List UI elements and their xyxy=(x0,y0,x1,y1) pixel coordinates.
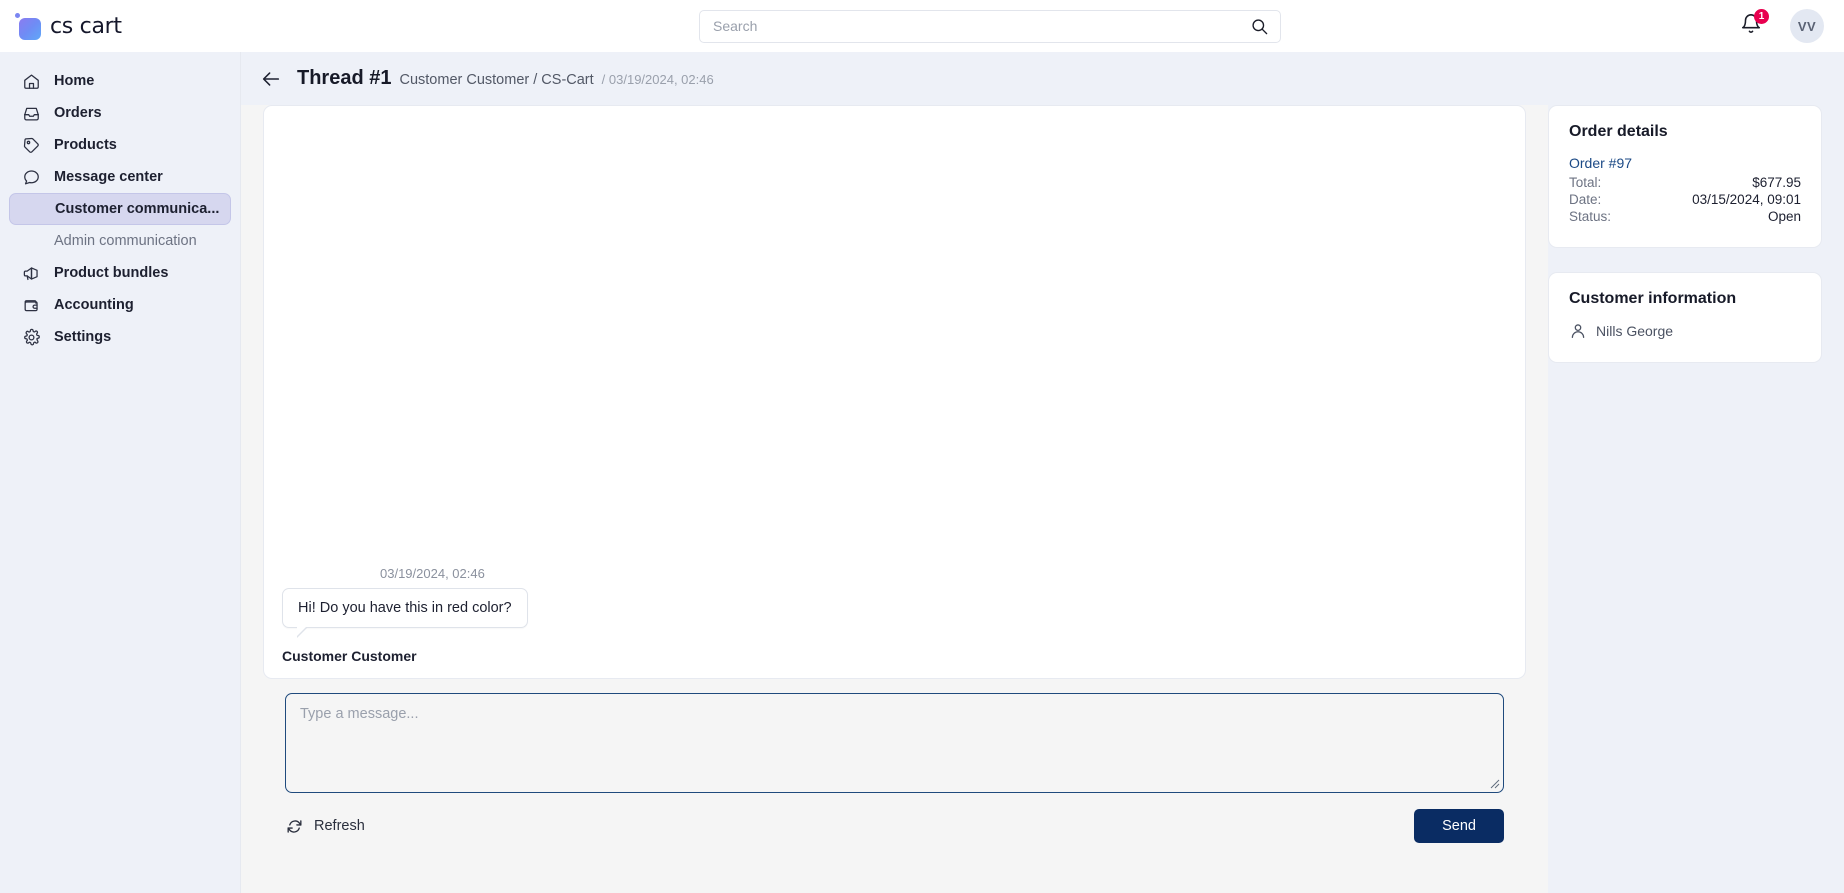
sidebar-item-label: Product bundles xyxy=(54,265,168,281)
sidebar-item-label: Orders xyxy=(54,105,102,121)
composer xyxy=(263,679,1526,793)
sidebar-item-settings[interactable]: Settings xyxy=(9,321,231,353)
chat-column: 03/19/2024, 02:46 Hi! Do you have this i… xyxy=(241,105,1548,893)
arrow-left-icon xyxy=(260,68,282,90)
chat-icon xyxy=(22,168,41,187)
sidebar-item-admin-communication[interactable]: Admin communication xyxy=(9,225,231,257)
sidebar-item-label: Home xyxy=(54,73,94,89)
order-link[interactable]: Order #97 xyxy=(1569,155,1801,171)
sidebar-item-label: Message center xyxy=(54,169,163,185)
page-date: / 03/19/2024, 02:46 xyxy=(602,72,714,87)
gear-icon xyxy=(22,328,41,347)
sidebar-item-label: Customer communica... xyxy=(55,201,219,217)
order-date-label: Date: xyxy=(1569,192,1601,207)
sidebar: Home Orders Products Message center xyxy=(0,52,240,893)
notifications-button[interactable]: 1 xyxy=(1740,13,1764,39)
content-column: Thread #1 Customer Customer / CS-Cart / … xyxy=(240,52,1844,893)
sidebar-item-home[interactable]: Home xyxy=(9,65,231,97)
refresh-button[interactable]: Refresh xyxy=(285,817,365,836)
inbox-icon xyxy=(22,104,41,123)
brand-logo[interactable]: cs cart xyxy=(0,13,240,39)
order-date-value: 03/15/2024, 09:01 xyxy=(1692,192,1801,207)
brand-name: cs cart xyxy=(50,14,122,39)
refresh-icon xyxy=(285,817,304,836)
composer-actions: Refresh Send xyxy=(263,793,1526,843)
notification-badge: 1 xyxy=(1754,9,1769,24)
send-button[interactable]: Send xyxy=(1414,809,1504,843)
search-input[interactable] xyxy=(713,18,1250,34)
tag-icon xyxy=(22,136,41,155)
message-timestamp: 03/19/2024, 02:46 xyxy=(380,566,1507,581)
order-total-value: $677.95 xyxy=(1752,175,1801,190)
search-icon[interactable] xyxy=(1250,17,1269,36)
megaphone-icon xyxy=(22,264,41,283)
sidebar-item-label: Accounting xyxy=(54,297,134,313)
order-details-title: Order details xyxy=(1569,123,1801,141)
search-box[interactable] xyxy=(699,10,1281,43)
sidebar-item-products[interactable]: Products xyxy=(9,129,231,161)
sidebar-item-accounting[interactable]: Accounting xyxy=(9,289,231,321)
page-header: Thread #1 Customer Customer / CS-Cart / … xyxy=(241,52,1844,105)
search-area xyxy=(240,10,1740,43)
top-bar: cs cart 1 VV xyxy=(0,0,1844,52)
back-button[interactable] xyxy=(259,67,283,91)
order-status-label: Status: xyxy=(1569,209,1611,224)
order-total-label: Total: xyxy=(1569,175,1601,190)
customer-information-title: Customer information xyxy=(1569,290,1801,308)
right-rail: Order details Order #97 Total: $677.95 D… xyxy=(1548,105,1844,893)
customer-row: Nills George xyxy=(1569,322,1801,340)
page-title: Thread #1 xyxy=(297,67,391,90)
message-bubble: Hi! Do you have this in red color? xyxy=(282,588,528,628)
sidebar-item-label: Admin communication xyxy=(54,233,197,249)
message-author: Customer Customer xyxy=(282,648,1507,664)
customer-name: Nills George xyxy=(1596,323,1673,339)
message-input[interactable] xyxy=(285,693,1504,793)
sidebar-item-label: Settings xyxy=(54,329,111,345)
wallet-icon xyxy=(22,296,41,315)
sidebar-item-orders[interactable]: Orders xyxy=(9,97,231,129)
work-area: 03/19/2024, 02:46 Hi! Do you have this i… xyxy=(241,105,1844,893)
order-total-row: Total: $677.95 xyxy=(1569,174,1801,191)
order-status-value: Open xyxy=(1768,209,1801,224)
chat-panel: 03/19/2024, 02:46 Hi! Do you have this i… xyxy=(263,105,1526,679)
home-icon xyxy=(22,72,41,91)
user-icon xyxy=(1569,322,1587,340)
avatar[interactable]: VV xyxy=(1790,9,1824,43)
customer-information-card: Customer information Nills George xyxy=(1548,272,1822,363)
cs-cart-logo-icon xyxy=(15,13,41,39)
order-details-card: Order details Order #97 Total: $677.95 D… xyxy=(1548,105,1822,248)
sidebar-item-product-bundles[interactable]: Product bundles xyxy=(9,257,231,289)
refresh-label: Refresh xyxy=(314,818,365,834)
sidebar-item-label: Products xyxy=(54,137,117,153)
breadcrumb: Thread #1 Customer Customer / CS-Cart / … xyxy=(297,67,714,90)
message-list: 03/19/2024, 02:46 Hi! Do you have this i… xyxy=(264,566,1525,664)
app-shell: Home Orders Products Message center xyxy=(0,52,1844,893)
order-status-row: Status: Open xyxy=(1569,208,1801,225)
sidebar-item-customer-communication[interactable]: Customer communica... xyxy=(9,193,231,225)
page-subtitle: Customer Customer / CS-Cart xyxy=(399,72,593,88)
top-bar-actions: 1 VV xyxy=(1740,9,1844,43)
order-date-row: Date: 03/15/2024, 09:01 xyxy=(1569,191,1801,208)
sidebar-item-message-center[interactable]: Message center xyxy=(9,161,231,193)
